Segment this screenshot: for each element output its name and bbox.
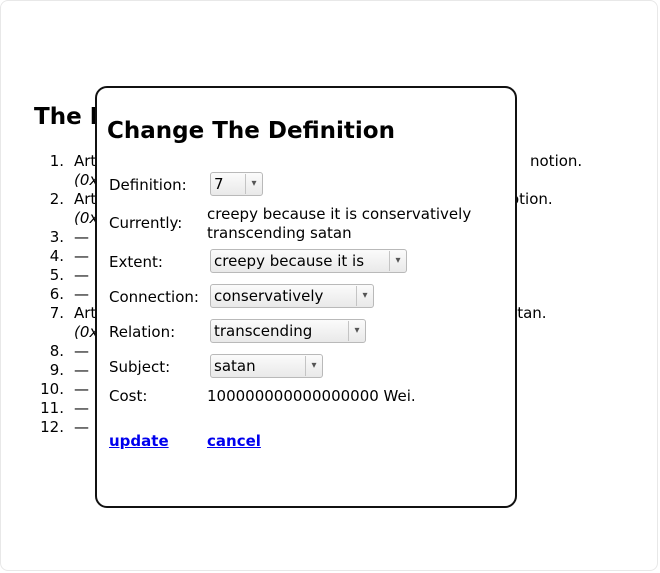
cancel-link[interactable]: cancel [207, 432, 261, 450]
chevron-down-icon: ▾ [245, 174, 262, 194]
extent-label: Extent: [109, 253, 163, 271]
connection-label: Connection: [109, 288, 199, 306]
modal-title: Change The Definition [107, 118, 395, 144]
currently-label: Currently: [109, 214, 183, 232]
relation-select-value: transcending [214, 322, 313, 340]
chevron-down-icon: ▾ [356, 286, 373, 306]
list-item-number: 2. [49, 190, 64, 208]
connection-select-value: conservatively [214, 287, 324, 305]
relation-label: Relation: [109, 323, 176, 341]
list-item-text: Art [74, 152, 97, 170]
extent-select-value: creepy because it is [214, 252, 365, 270]
currently-line-2: transcending satan [207, 224, 352, 242]
connection-select[interactable]: conservatively ▾ [210, 284, 374, 308]
list-item-number: 10. [40, 380, 64, 398]
list-item-text: Art [74, 304, 97, 322]
list-item-text: — [74, 380, 89, 398]
list-item-text: — [74, 342, 89, 360]
list-item-number: 6. [49, 285, 64, 303]
list-item-number: 12. [40, 418, 64, 436]
chevron-down-icon: ▾ [389, 251, 406, 271]
change-definition-modal: Change The Definition Definition: 7 ▾ Cu… [95, 86, 517, 508]
list-item-number: 5. [49, 266, 64, 284]
definition-select-value: 7 [214, 175, 224, 193]
list-item-text: — [74, 418, 89, 436]
list-item-tail: notion. [530, 152, 583, 170]
list-item-text: — [74, 285, 89, 303]
list-item-number: 8. [49, 342, 64, 360]
list-item-number: 11. [40, 399, 64, 417]
list-item-number: 7. [49, 304, 64, 322]
list-item-text: — [74, 361, 89, 379]
list-item-number: 9. [49, 361, 64, 379]
list-item-text: — [74, 228, 89, 246]
list-item-text: — [74, 247, 89, 265]
list-item-text: — [74, 399, 89, 417]
list-item-number: 4. [49, 247, 64, 265]
list-item-text: — [74, 266, 89, 284]
subject-select[interactable]: satan ▾ [210, 354, 323, 378]
subject-label: Subject: [109, 358, 171, 376]
definition-select[interactable]: 7 ▾ [210, 172, 263, 196]
extent-select[interactable]: creepy because it is ▾ [210, 249, 407, 273]
list-item-number: 3. [49, 228, 64, 246]
currently-value: creepy because it is conservatively tran… [207, 205, 471, 243]
cost-label: Cost: [109, 387, 148, 405]
relation-select[interactable]: transcending ▾ [210, 319, 366, 343]
page-title: The I [34, 104, 99, 130]
update-link[interactable]: update [109, 432, 169, 450]
cost-value: 100000000000000000 Wei. [207, 387, 416, 405]
definition-label: Definition: [109, 176, 187, 194]
subject-select-value: satan [214, 357, 256, 375]
list-item-text: Art [74, 190, 97, 208]
chevron-down-icon: ▾ [348, 321, 365, 341]
chevron-down-icon: ▾ [305, 356, 322, 376]
list-item-number: 1. [49, 152, 64, 170]
currently-line-1: creepy because it is conservatively [207, 205, 472, 223]
